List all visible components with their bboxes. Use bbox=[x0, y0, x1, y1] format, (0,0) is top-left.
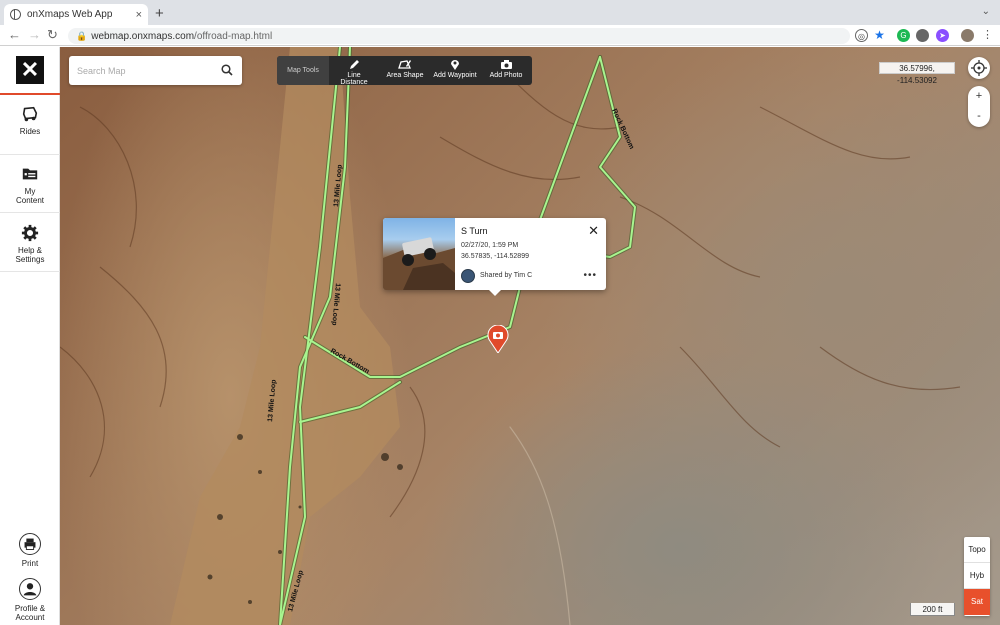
sidebar: ✕ Rides My Content Help & Settings Print bbox=[0, 47, 60, 625]
tab-title: onXmaps Web App bbox=[27, 9, 113, 20]
waypoint-photo[interactable] bbox=[383, 218, 455, 290]
area-shape-label: Area Shape bbox=[386, 72, 424, 79]
forward-icon[interactable]: → bbox=[28, 27, 41, 42]
popup-date: 02/27/20, 1:59 PM bbox=[461, 242, 519, 249]
map-canvas[interactable]: 13 Mile Loop 13 Mile Loop 13 Mile Loop 1… bbox=[60, 47, 1000, 625]
map-tools-bar: Map Tools Line Distance Area Shape Add W… bbox=[277, 56, 532, 86]
url-host: webmap.onxmaps.com bbox=[91, 31, 195, 42]
map-type-sat-button[interactable]: Sat bbox=[964, 589, 990, 615]
back-icon[interactable]: ← bbox=[8, 27, 21, 42]
star-icon[interactable]: ★ bbox=[873, 29, 886, 42]
map-pin-icon bbox=[487, 324, 509, 354]
waypoint-popup: S Turn ✕ 02/27/20, 1:59 PM 36.57835, -11… bbox=[383, 218, 606, 296]
add-waypoint-label: Add Waypoint bbox=[433, 72, 477, 79]
sidebar-item-help-settings[interactable]: Help & Settings bbox=[0, 224, 60, 264]
sidebar-label-content: Content bbox=[15, 196, 45, 205]
offroad-vehicle-icon bbox=[22, 106, 38, 122]
area-shape-button[interactable]: Area Shape bbox=[385, 59, 425, 79]
extension-send-icon[interactable]: ➤ bbox=[936, 29, 949, 42]
sidebar-label-profile: Profile & bbox=[14, 604, 46, 613]
map-terrain: 13 Mile Loop 13 Mile Loop 13 Mile Loop 1… bbox=[60, 47, 961, 625]
address-bar: ← → ↻ 🔒 webmap.onxmaps.com/offroad-map.ht… bbox=[0, 25, 1000, 46]
jeep-photo-illustration bbox=[383, 237, 455, 290]
add-waypoint-button[interactable]: Add Waypoint bbox=[433, 59, 477, 79]
browser-tab[interactable]: onXmaps Web App × bbox=[4, 4, 148, 25]
lock-icon: 🔒 bbox=[76, 31, 88, 41]
sidebar-label-my: My bbox=[24, 187, 36, 196]
sidebar-label-account: Account bbox=[15, 613, 45, 622]
sidebar-label-rides: Rides bbox=[19, 127, 41, 136]
pencil-icon bbox=[350, 60, 359, 69]
profile-avatar-icon[interactable] bbox=[961, 29, 974, 42]
popup-coordinates: 36.57835, -114.52899 bbox=[461, 253, 529, 260]
popup-shared-by: Shared by Tim C bbox=[480, 272, 533, 279]
user-icon bbox=[19, 578, 41, 600]
search-box bbox=[69, 56, 242, 85]
folder-icon bbox=[22, 168, 38, 180]
sidebar-item-profile-account[interactable]: Profile & Account bbox=[0, 578, 60, 622]
camera-icon bbox=[500, 60, 512, 69]
location-icon[interactable]: ◎ bbox=[855, 29, 868, 42]
globe-icon bbox=[10, 9, 21, 20]
add-photo-label: Add Photo bbox=[489, 72, 523, 79]
map-type-topo-button[interactable]: Topo bbox=[964, 537, 990, 563]
map-type-hybrid-button[interactable]: Hyb bbox=[964, 563, 990, 589]
popup-close-icon[interactable]: ✕ bbox=[588, 223, 599, 239]
sidebar-divider bbox=[0, 212, 60, 213]
grammarly-icon[interactable]: G bbox=[897, 29, 910, 42]
map-type-switcher: Topo Hyb Sat bbox=[964, 537, 990, 616]
window-menu-icon[interactable]: ⌄ bbox=[982, 6, 990, 17]
map-scale: 200 ft bbox=[910, 603, 955, 616]
search-icon[interactable] bbox=[221, 64, 233, 76]
sidebar-item-print[interactable]: Print bbox=[0, 533, 60, 568]
area-shape-icon bbox=[398, 60, 411, 69]
url-path: /offroad-map.html bbox=[194, 31, 273, 42]
url-field[interactable]: 🔒 webmap.onxmaps.com/offroad-map.html bbox=[68, 28, 850, 44]
extension-circle-icon[interactable] bbox=[916, 29, 929, 42]
line-distance-button[interactable]: Line Distance bbox=[333, 59, 375, 86]
browser-tab-bar: onXmaps Web App × + ⌄ bbox=[0, 0, 1000, 25]
crosshair-icon bbox=[971, 60, 987, 76]
photo-waypoint-marker[interactable] bbox=[487, 324, 509, 356]
onx-logo[interactable]: ✕ bbox=[16, 56, 44, 84]
map-tools-label: Map Tools bbox=[277, 56, 329, 85]
coordinates-readout: 36.57996, -114.53092 bbox=[879, 62, 955, 85]
line-distance-label: Line Distance bbox=[340, 72, 368, 86]
gear-icon bbox=[21, 224, 39, 242]
printer-icon bbox=[19, 533, 41, 555]
sidebar-label-print: Print bbox=[21, 559, 39, 568]
popup-title: S Turn bbox=[461, 226, 488, 236]
tab-close-icon[interactable]: × bbox=[136, 9, 142, 21]
new-tab-button[interactable]: + bbox=[155, 5, 164, 22]
zoom-out-button[interactable]: - bbox=[968, 106, 990, 126]
locate-button[interactable] bbox=[968, 57, 990, 79]
logo-divider bbox=[0, 93, 60, 95]
sidebar-label-settings: Settings bbox=[15, 255, 45, 264]
zoom-in-button[interactable]: + bbox=[968, 86, 990, 106]
sidebar-item-rides[interactable]: Rides bbox=[0, 105, 60, 136]
more-options-icon[interactable]: ••• bbox=[583, 270, 597, 281]
waypoint-pin-icon bbox=[451, 60, 459, 70]
browser-menu-icon[interactable]: ⋮ bbox=[981, 29, 994, 42]
search-input[interactable] bbox=[69, 56, 209, 85]
sidebar-divider bbox=[0, 271, 60, 272]
reload-icon[interactable]: ↻ bbox=[47, 27, 58, 43]
avatar bbox=[461, 269, 475, 283]
sidebar-label-help: Help & bbox=[17, 246, 42, 255]
zoom-control: + - bbox=[968, 86, 990, 127]
sidebar-item-my-content[interactable]: My Content bbox=[0, 165, 60, 205]
add-photo-button[interactable]: Add Photo bbox=[487, 59, 525, 79]
sidebar-divider bbox=[0, 154, 60, 155]
